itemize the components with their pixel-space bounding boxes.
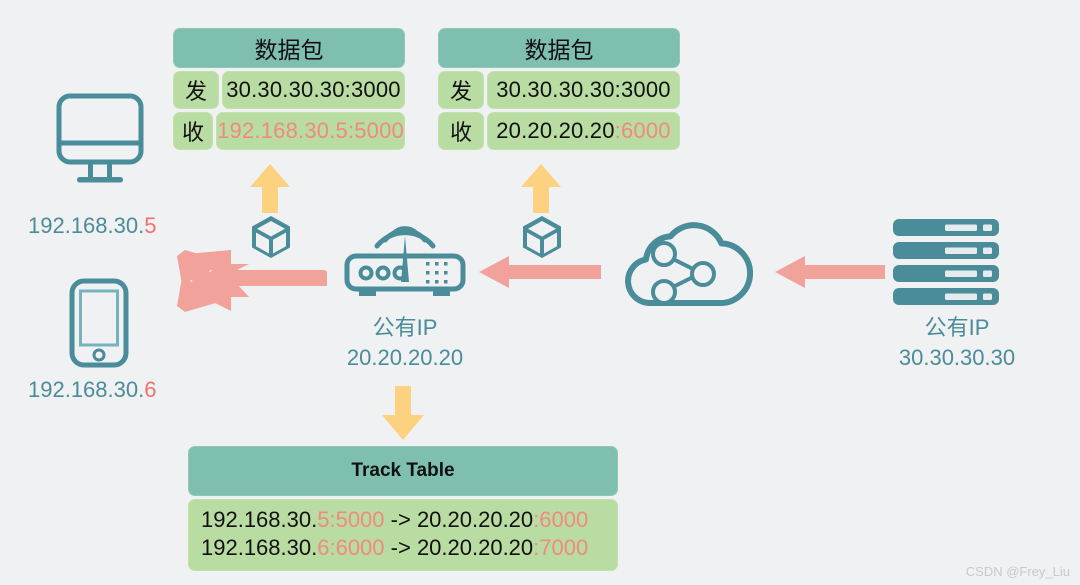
packet-left-row-send: 发 30.30.30.30:3000 bbox=[173, 71, 405, 109]
desktop-ip-label: 192.168.30.5 bbox=[28, 213, 156, 239]
server-rack-icon bbox=[893, 219, 999, 305]
track-row-1-src-host: 5:5000 bbox=[317, 507, 385, 532]
watermark: CSDN @Frey_Liu bbox=[965, 564, 1070, 579]
router-label: 公有IP 20.20.20.20 bbox=[330, 313, 480, 372]
phone-ip-prefix: 192.168.30. bbox=[28, 377, 145, 402]
track-row-1-src-prefix: 192.168.30. bbox=[201, 507, 318, 532]
server-title: 公有IP bbox=[924, 315, 990, 340]
desktop-ip-prefix: 192.168.30. bbox=[28, 213, 145, 238]
track-table-body: 192.168.30.5:5000 -> 20.20.20.20:6000 19… bbox=[188, 499, 618, 572]
track-row-2-dst-prefix: 20.20.20.20 bbox=[416, 535, 534, 561]
cloud-network-icon bbox=[625, 222, 753, 307]
packet-right-send-value: 30.30.30.30:3000 bbox=[487, 71, 680, 109]
mobile-phone-icon bbox=[69, 278, 129, 368]
packet-right-recv-label: 收 bbox=[438, 112, 484, 150]
track-table-card: Track Table 192.168.30.5:5000 -> 20.20.2… bbox=[188, 446, 618, 572]
packet-right-row-send: 发 30.30.30.30:3000 bbox=[438, 71, 680, 109]
diagram-canvas: 数据包 发 30.30.30.30:3000 收 192.168.30.5:50… bbox=[0, 0, 1080, 585]
packet-right-send-addr: 30.30.30.30:3000 bbox=[496, 77, 671, 102]
track-row-1-dst-prefix: 20.20.20.20 bbox=[416, 507, 534, 532]
arrow-up-icon bbox=[521, 164, 561, 213]
track-table-title: Track Table bbox=[188, 446, 618, 496]
track-row-1-dst-port: :6000 bbox=[533, 507, 589, 532]
track-row-2-src-prefix: 192.168.30. bbox=[201, 535, 318, 561]
phone-ip-host: 6 bbox=[144, 377, 157, 402]
server-ip: 30.30.30.30 bbox=[898, 344, 1016, 370]
desktop-monitor-icon bbox=[56, 93, 144, 183]
packet-right-recv-addr: 20.20.20.20 bbox=[496, 118, 615, 143]
packet-card-left: 数据包 发 30.30.30.30:3000 收 192.168.30.5:50… bbox=[173, 28, 405, 150]
packet-left-recv-addr: 192.168.30.5:5000 bbox=[217, 118, 404, 143]
track-table-row: 192.168.30.6:6000 -> 20.20.20.20:7000 bbox=[201, 534, 605, 562]
track-table-row: 192.168.30.5:5000 -> 20.20.20.20:6000 bbox=[201, 506, 605, 534]
phone-ip-label: 192.168.30.6 bbox=[28, 377, 156, 403]
track-row-2-arrow: -> bbox=[384, 535, 417, 561]
packet-right-recv-port: :6000 bbox=[614, 118, 671, 143]
packet-card-right: 数据包 发 30.30.30.30:3000 收 20.20.20.20:600… bbox=[438, 28, 680, 150]
arrow-left-icon bbox=[775, 256, 885, 288]
router-ip: 20.20.20.20 bbox=[346, 344, 464, 370]
forked-arrow-shaft bbox=[177, 250, 327, 312]
arrow-up-icon bbox=[250, 164, 290, 213]
router-title: 公有IP bbox=[372, 315, 438, 340]
arrow-down-icon bbox=[382, 386, 424, 440]
packet-left-send-value: 30.30.30.30:3000 bbox=[222, 71, 405, 109]
packet-left-row-recv: 收 192.168.30.5:5000 bbox=[173, 112, 405, 150]
server-label: 公有IP 30.30.30.30 bbox=[872, 313, 1042, 372]
track-row-2-src-host: 6:6000 bbox=[317, 535, 385, 561]
packet-left-recv-label: 收 bbox=[173, 112, 214, 150]
packet-right-row-recv: 收 20.20.20.20:6000 bbox=[438, 112, 680, 150]
packet-left-send-label: 发 bbox=[173, 71, 219, 109]
packet-right-send-label: 发 bbox=[438, 71, 484, 109]
track-row-1-arrow: -> bbox=[384, 507, 417, 532]
desktop-ip-host: 5 bbox=[144, 213, 157, 238]
packet-right-title: 数据包 bbox=[438, 28, 680, 68]
wifi-router-icon bbox=[344, 226, 466, 296]
packet-left-title: 数据包 bbox=[173, 28, 405, 68]
arrow-left-icon bbox=[479, 256, 601, 288]
packet-left-recv-value: 192.168.30.5:5000 bbox=[216, 112, 405, 150]
packet-right-recv-value: 20.20.20.20:6000 bbox=[487, 112, 680, 150]
packet-left-send-addr: 30.30.30.30:3000 bbox=[226, 77, 401, 102]
track-row-2-dst-port: :7000 bbox=[533, 535, 589, 561]
